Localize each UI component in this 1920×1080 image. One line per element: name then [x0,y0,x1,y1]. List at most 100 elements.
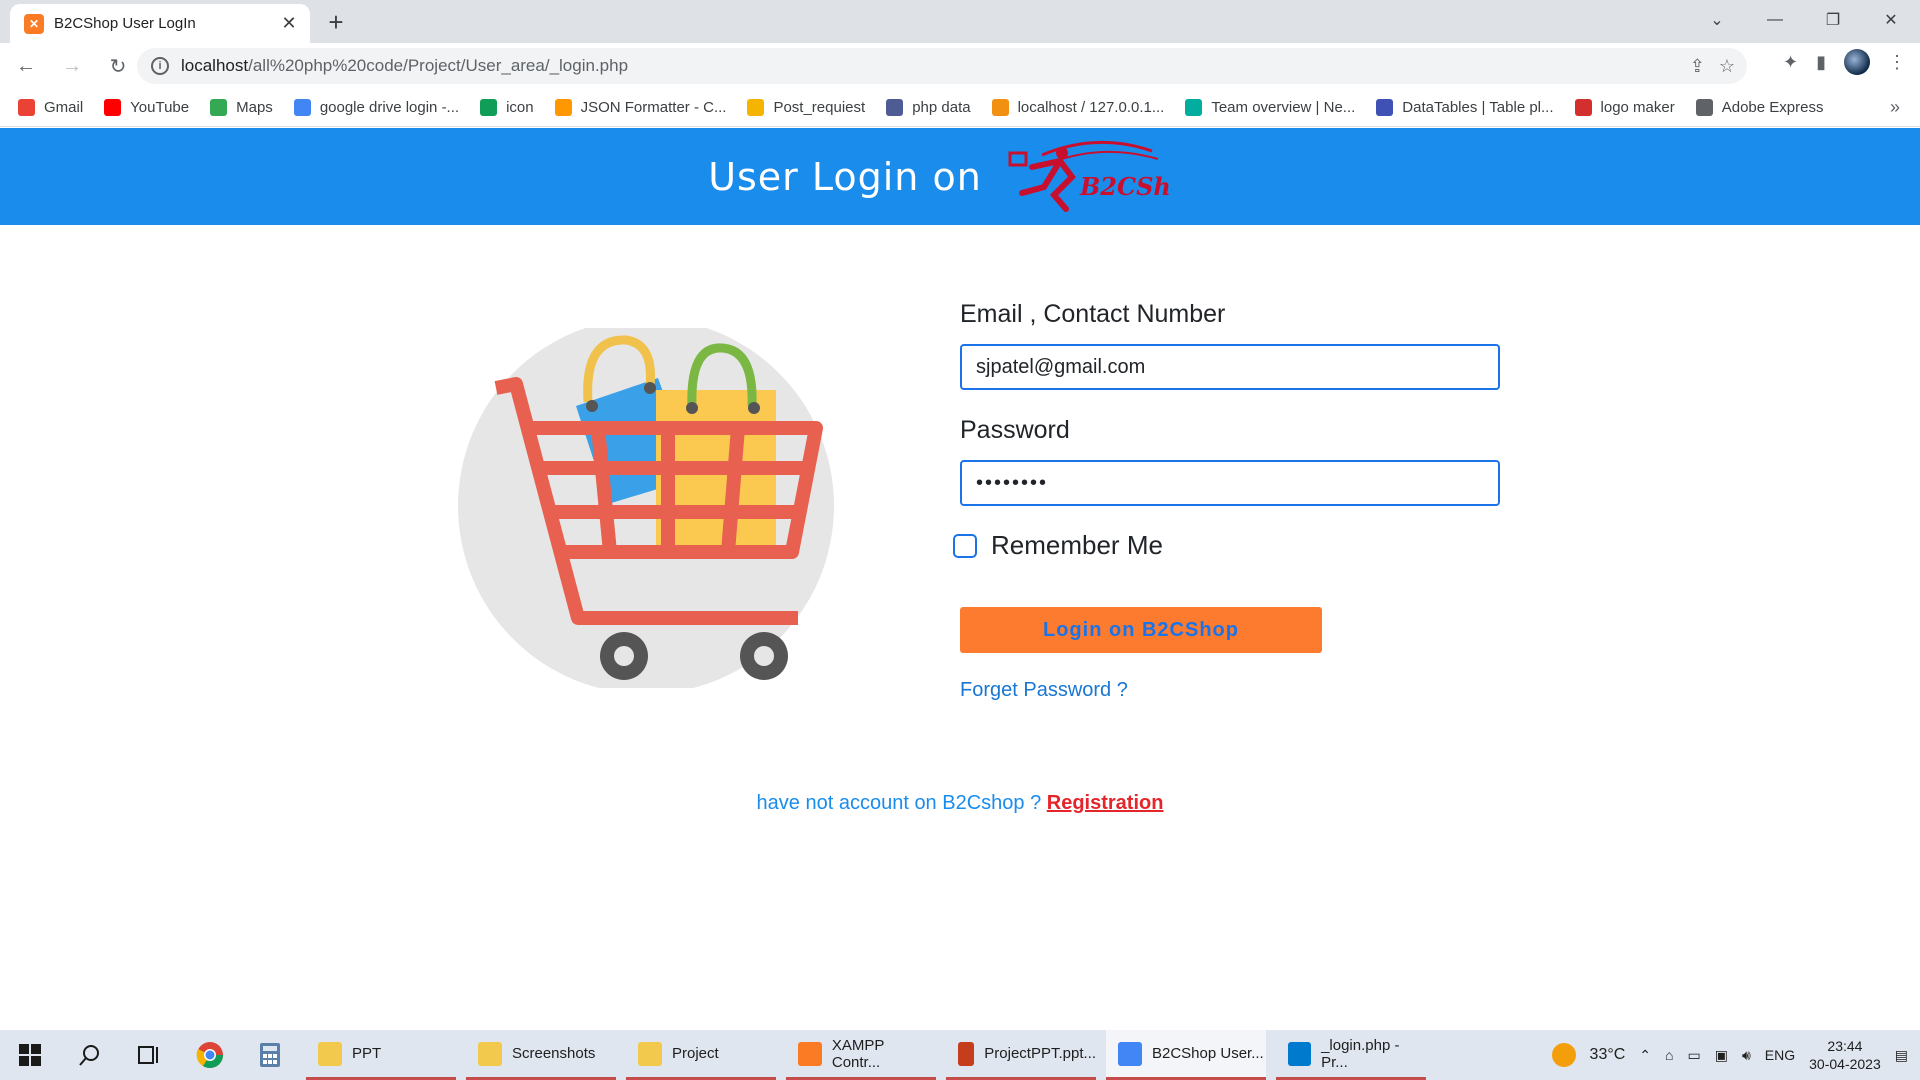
task-label: B2CShop User... [1152,1045,1264,1062]
taskbar-task[interactable]: Project [626,1030,776,1080]
side-panel-icon[interactable]: ▮ [1816,52,1826,73]
weather-icon[interactable] [1551,1043,1576,1067]
chrome-icon[interactable] [180,1030,240,1080]
camera-icon[interactable]: ▣ [1715,1047,1728,1064]
tab-strip: ✕ B2CShop User LogIn ✕ + ⌄ — ❐ ✕ [0,0,1920,43]
bookmark-item[interactable]: Adobe Express [1695,99,1823,116]
menu-icon[interactable]: ⋮ [1888,52,1906,73]
xampp-favicon-icon: ✕ [24,13,44,34]
password-label: Password [960,416,1070,444]
site-info-icon[interactable]: i [151,57,169,75]
browser-tab[interactable]: ✕ B2CShop User LogIn ✕ [10,4,310,43]
bookmark-item[interactable]: icon [480,99,534,116]
bookmark-label: logo maker [1600,99,1675,116]
task-label: PPT [352,1045,382,1062]
clock[interactable]: 23:44 30-04-2023 [1809,1037,1881,1073]
bookmark-favicon-icon [1185,99,1203,116]
bookmark-item[interactable]: JSON Formatter - C... [554,99,727,116]
bookmark-item[interactable]: Maps [210,99,273,116]
new-tab-icon[interactable]: + [322,7,350,37]
registration-link[interactable]: Registration [1047,792,1164,814]
address-bar[interactable]: i localhost/all%20php%20code/Project/Use… [137,48,1747,84]
task-app-icon [478,1041,502,1066]
bookmark-label: localhost / 127.0.0.1... [1017,99,1165,116]
reload-icon[interactable]: ↻ [98,46,138,86]
volume-icon[interactable]: 🔊︎ [1742,1047,1751,1064]
windows-start-icon[interactable] [0,1030,60,1080]
task-view-icon[interactable] [120,1030,180,1080]
bookmark-favicon-icon [480,99,498,116]
search-icon[interactable] [60,1030,120,1080]
page-title: User Login on [708,154,982,199]
taskbar-tasks: PPT Screenshots Project XAMPP Contr... Proje… [306,1030,1436,1080]
bookmark-favicon-icon [886,99,904,116]
notifications-icon[interactable]: ▤ [1895,1047,1908,1064]
back-icon[interactable]: ← [6,46,46,86]
bookmark-item[interactable]: php data [886,99,971,116]
bookmark-favicon-icon [293,99,311,116]
bookmark-item[interactable]: Team overview | Ne... [1185,99,1355,116]
calculator-icon[interactable] [240,1030,300,1080]
task-label: XAMPP Contr... [831,1036,885,1071]
task-label: _login.php - Pr... [1321,1036,1400,1071]
bookmark-label: php data [912,99,971,116]
email-label: Email , Contact Number [960,300,1226,328]
minimize-icon[interactable]: — [1746,0,1804,40]
bookmark-favicon-icon [554,99,572,116]
bookmark-item[interactable]: Post_requiest [747,99,865,116]
battery-icon[interactable]: ▭ [1688,1047,1701,1064]
bookmark-label: icon [506,99,534,116]
language-indicator[interactable]: ENG [1765,1047,1795,1063]
task-app-icon [318,1041,342,1066]
bookmark-item[interactable]: localhost / 127.0.0.1... [991,99,1165,116]
share-icon[interactable]: ⇪ [1690,56,1705,77]
forget-password-link[interactable]: Forget Password ? [960,679,1128,702]
extensions-icon[interactable]: ✦ [1783,52,1798,73]
taskbar-task[interactable]: B2CShop User... [1106,1030,1266,1080]
page-header: User Login on B2CShop [0,128,1920,225]
taskbar-task[interactable]: _login.php - Pr... [1276,1030,1426,1080]
more-bookmarks-icon[interactable]: » [1890,97,1900,118]
bookmark-item[interactable]: Gmail [18,99,83,116]
tab-search-icon[interactable]: ⌄ [1688,0,1746,40]
bookmark-item[interactable]: YouTube [104,99,189,116]
windows-taskbar: PPT Screenshots Project XAMPP Contr... Proje… [0,1030,1920,1080]
network-icon[interactable]: ⌂ [1665,1047,1673,1063]
taskbar-task[interactable]: Screenshots [466,1030,616,1080]
taskbar-task[interactable]: XAMPP Contr... [786,1030,936,1080]
bookmark-favicon-icon [18,99,35,116]
bookmark-label: Post_requiest [773,99,866,116]
task-app-icon [798,1041,822,1066]
bookmark-item[interactable]: DataTables | Table pl... [1376,99,1554,116]
remember-me[interactable]: Remember Me [953,530,1500,561]
restore-icon[interactable]: ❐ [1804,0,1862,40]
bookmark-label: google drive login -... [319,99,460,116]
weather-temp[interactable]: 33°C [1590,1046,1626,1064]
login-form: Email , Contact Number sjpatel@gmail.com… [953,300,1500,702]
remember-checkbox[interactable] [953,533,977,558]
bookmark-label: JSON Formatter - C... [580,99,727,116]
bookmark-favicon-icon [991,99,1009,116]
bookmark-favicon-icon [104,99,122,116]
forward-icon[interactable]: → [52,46,92,86]
login-button[interactable]: Login on B2CShop [960,607,1322,653]
bookmark-item[interactable]: logo maker [1574,99,1675,116]
url-path: /all%20php%20code/Project/User_area/_log… [248,56,629,75]
email-input[interactable]: sjpatel@gmail.com [960,344,1500,390]
task-label: ProjectPPT.ppt... [984,1045,1096,1062]
bookmark-item[interactable]: google drive login -... [293,99,460,116]
bookmark-favicon-icon [210,99,228,116]
bookmark-label: Team overview | Ne... [1211,99,1356,116]
password-input[interactable]: •••••••• [960,460,1500,506]
close-window-icon[interactable]: ✕ [1862,0,1920,40]
bookmark-favicon-icon [1695,99,1713,116]
taskbar-task[interactable]: PPT [306,1030,456,1080]
task-app-icon [958,1041,975,1066]
bookmark-star-icon[interactable]: ☆ [1719,56,1735,77]
close-tab-icon[interactable]: ✕ [278,13,300,35]
register-prompt: have not account on B2Cshop ? [756,792,1042,814]
taskbar-task[interactable]: ProjectPPT.ppt... [946,1030,1096,1080]
shopping-cart-illustration [458,328,834,688]
profile-avatar[interactable] [1844,49,1870,75]
chevron-up-icon[interactable]: ⌃ [1639,1047,1651,1064]
